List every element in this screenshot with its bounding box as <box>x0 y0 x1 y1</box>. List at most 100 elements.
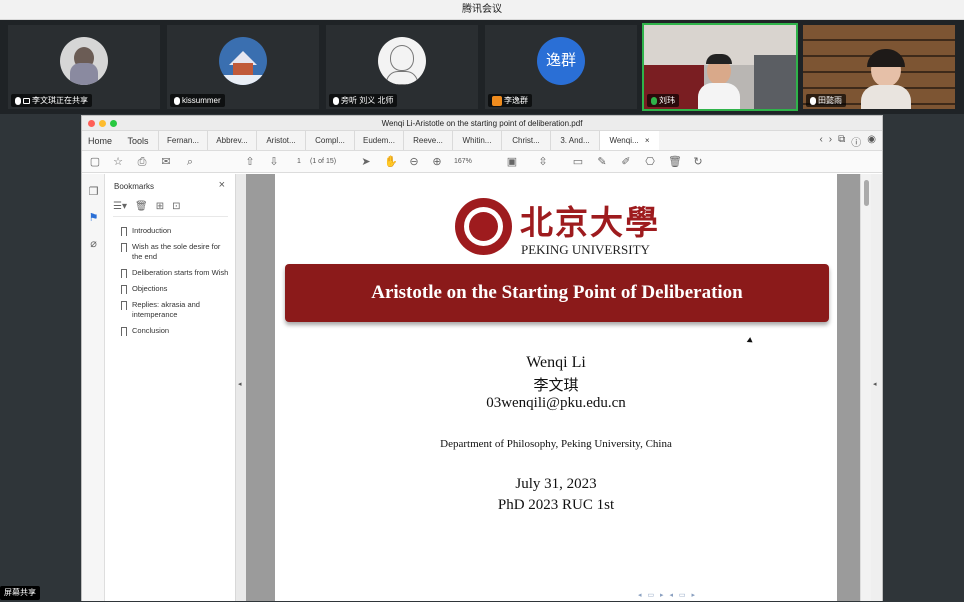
participant-tile[interactable]: 李文琪正在共享 <box>8 25 160 109</box>
highlight-pen-icon[interactable]: ✎ <box>596 156 608 168</box>
zoom-in-icon[interactable]: ⊕ <box>431 156 443 168</box>
participant-tile[interactable]: 逸群 李逸群 <box>485 25 637 109</box>
add-bookmark-icon[interactable]: ⊡ <box>172 201 180 216</box>
right-panel-handle[interactable]: ◂ <box>871 174 882 601</box>
hand-tool-icon[interactable]: ✋ <box>384 156 398 168</box>
document-tab[interactable]: Eudem... <box>354 131 403 150</box>
participant-name-tag: 田懿雨 <box>806 94 846 107</box>
stamp-icon[interactable]: ⎔ <box>644 156 656 168</box>
bookmark-label: Replies: akrasia and intemperance <box>132 300 200 319</box>
document-viewer[interactable]: 北京大學 PEKING UNIVERSITY Aristotle on the … <box>246 174 871 601</box>
chevron-left-icon[interactable]: ‹ <box>819 134 822 149</box>
new-bookmark-icon[interactable]: ⊞ <box>156 201 164 216</box>
draw-icon[interactable]: ✐ <box>620 156 632 168</box>
mouse-cursor <box>746 337 755 345</box>
meeting-title: 腾讯会议 <box>0 0 964 20</box>
chevron-right-icon[interactable]: › <box>829 134 832 149</box>
next-page-icon[interactable]: ⇩ <box>268 156 280 168</box>
delete-icon[interactable]: 🗑 <box>668 156 682 168</box>
bookmark-item[interactable]: Replies: akrasia and intemperance <box>121 300 231 320</box>
bookmark-item[interactable]: Objections <box>121 284 231 294</box>
zoom-level-select[interactable]: 167% <box>454 156 472 168</box>
toolbar: ▢ ☆ ⎙ ✉ ⌕ ⇧ ⇩ 1 (1 of 15) ➤ ✋ ⊖ ⊕ 167% ▣… <box>82 151 882 173</box>
attachments-icon[interactable]: ⌀ <box>88 238 99 250</box>
bookmark-item[interactable]: Wish as the sole desire for the end <box>121 242 231 262</box>
document-tab[interactable]: 3. And... <box>550 131 599 150</box>
participant-name: 旁听 刘义 北师 <box>341 96 394 105</box>
floating-page-controls[interactable]: ◂ ▭ ▸ ◂ ▭ ▸ <box>638 591 697 599</box>
microphone-icon <box>15 96 21 105</box>
bookmark-icon <box>121 285 127 294</box>
bookmark-item[interactable]: Introduction <box>121 226 231 236</box>
document-tab[interactable]: Fernan... <box>158 131 207 150</box>
navigation-rail: ❐ ⚑ ⌀ <box>82 174 105 601</box>
save-icon[interactable]: ▢ <box>89 156 101 168</box>
bookmark-icon <box>121 269 127 278</box>
bookmarks-toolbar: ☰▾ 🗑 ⊞ ⊡ <box>113 201 228 217</box>
print-icon[interactable]: ⎙ <box>136 156 148 168</box>
close-panel-icon[interactable]: × <box>219 179 225 191</box>
participant-tile[interactable]: 田懿雨 <box>803 25 955 109</box>
search-icon[interactable]: ⌕ <box>184 156 196 168</box>
document-tab[interactable]: Aristot... <box>256 131 305 150</box>
document-tab[interactable]: Reeve... <box>403 131 452 150</box>
document-tab[interactable]: Whitin... <box>452 131 501 150</box>
participant-tile[interactable]: 旁听 刘义 北师 <box>326 25 478 109</box>
participant-name-tag: 李逸群 <box>488 94 532 107</box>
participant-name: 李文琪正在共享 <box>32 96 88 105</box>
minimize-window-button[interactable] <box>99 120 106 127</box>
close-window-button[interactable] <box>88 120 95 127</box>
email-icon[interactable]: ✉ <box>160 156 172 168</box>
rotate-icon[interactable]: ↻ <box>692 156 704 168</box>
page-number-input[interactable]: 1 <box>291 156 307 168</box>
tab-tools[interactable]: Tools <box>118 131 158 150</box>
avatar <box>378 37 426 85</box>
scrollbar-thumb[interactable] <box>864 180 869 206</box>
page-thumbnails-icon[interactable]: ❐ <box>88 186 99 198</box>
microphone-icon <box>174 96 180 105</box>
options-menu-icon[interactable]: ☰▾ <box>113 201 127 216</box>
participant-name-tag: 李文琪正在共享 <box>11 94 92 107</box>
bookmark-icon <box>121 227 127 236</box>
host-icon <box>492 95 502 106</box>
share-icon[interactable]: ⧉ <box>838 134 845 149</box>
document-tab[interactable]: Abbrev... <box>207 131 256 150</box>
window-title: Wenqi Li-Aristotle on the starting point… <box>381 119 583 128</box>
bookmark-label: Wish as the sole desire for the end <box>132 242 221 261</box>
video-background <box>754 55 796 109</box>
document-tab-current[interactable]: Wenqi... × <box>599 131 659 150</box>
participant-name: 刘玮 <box>659 96 675 105</box>
document-tab[interactable]: Christ... <box>501 131 550 150</box>
pdf-page: 北京大學 PEKING UNIVERSITY Aristotle on the … <box>275 174 837 601</box>
author-email: 03wenqili@pku.edu.cn <box>486 395 626 411</box>
vertical-scrollbar[interactable] <box>860 174 871 601</box>
collapse-panel-handle[interactable]: ◂ <box>236 174 246 601</box>
microphone-icon <box>333 96 339 105</box>
participant-tile[interactable]: kissummer <box>167 25 319 109</box>
participant-name-tag: kissummer <box>170 94 225 107</box>
bookmark-item[interactable]: Deliberation starts from Wish <box>121 268 231 278</box>
avatar <box>60 37 108 85</box>
zoom-out-icon[interactable]: ⊖ <box>408 156 420 168</box>
delete-bookmark-icon[interactable]: 🗑 <box>135 201 148 216</box>
bookmarks-panel-icon[interactable]: ⚑ <box>88 212 99 224</box>
tab-home[interactable]: Home <box>82 131 118 150</box>
zoom-window-button[interactable] <box>110 120 117 127</box>
fit-page-icon[interactable]: ▣ <box>506 156 518 168</box>
bookmark-icon <box>121 243 127 252</box>
program-line: PhD 2023 RUC 1st <box>497 497 615 513</box>
document-tab[interactable]: Compl... <box>305 131 354 150</box>
window-title-bar: Wenqi Li-Aristotle on the starting point… <box>82 116 882 131</box>
speaker-shirt <box>698 83 740 109</box>
scroll-mode-icon[interactable]: ⇳ <box>537 156 549 168</box>
account-icon[interactable]: ◉ <box>867 134 876 149</box>
previous-page-icon[interactable]: ⇧ <box>244 156 256 168</box>
comment-icon[interactable]: ▭ <box>572 156 584 168</box>
help-icon[interactable]: ⓘ <box>851 134 861 149</box>
select-cursor-icon[interactable]: ➤ <box>360 156 372 168</box>
participant-tile-active[interactable]: 刘玮 <box>642 23 798 111</box>
bookmark-star-icon[interactable]: ☆ <box>112 156 124 168</box>
screen-share-icon <box>23 97 30 104</box>
bookmark-item[interactable]: Conclusion <box>121 326 231 336</box>
close-tab-icon[interactable]: × <box>645 136 650 145</box>
